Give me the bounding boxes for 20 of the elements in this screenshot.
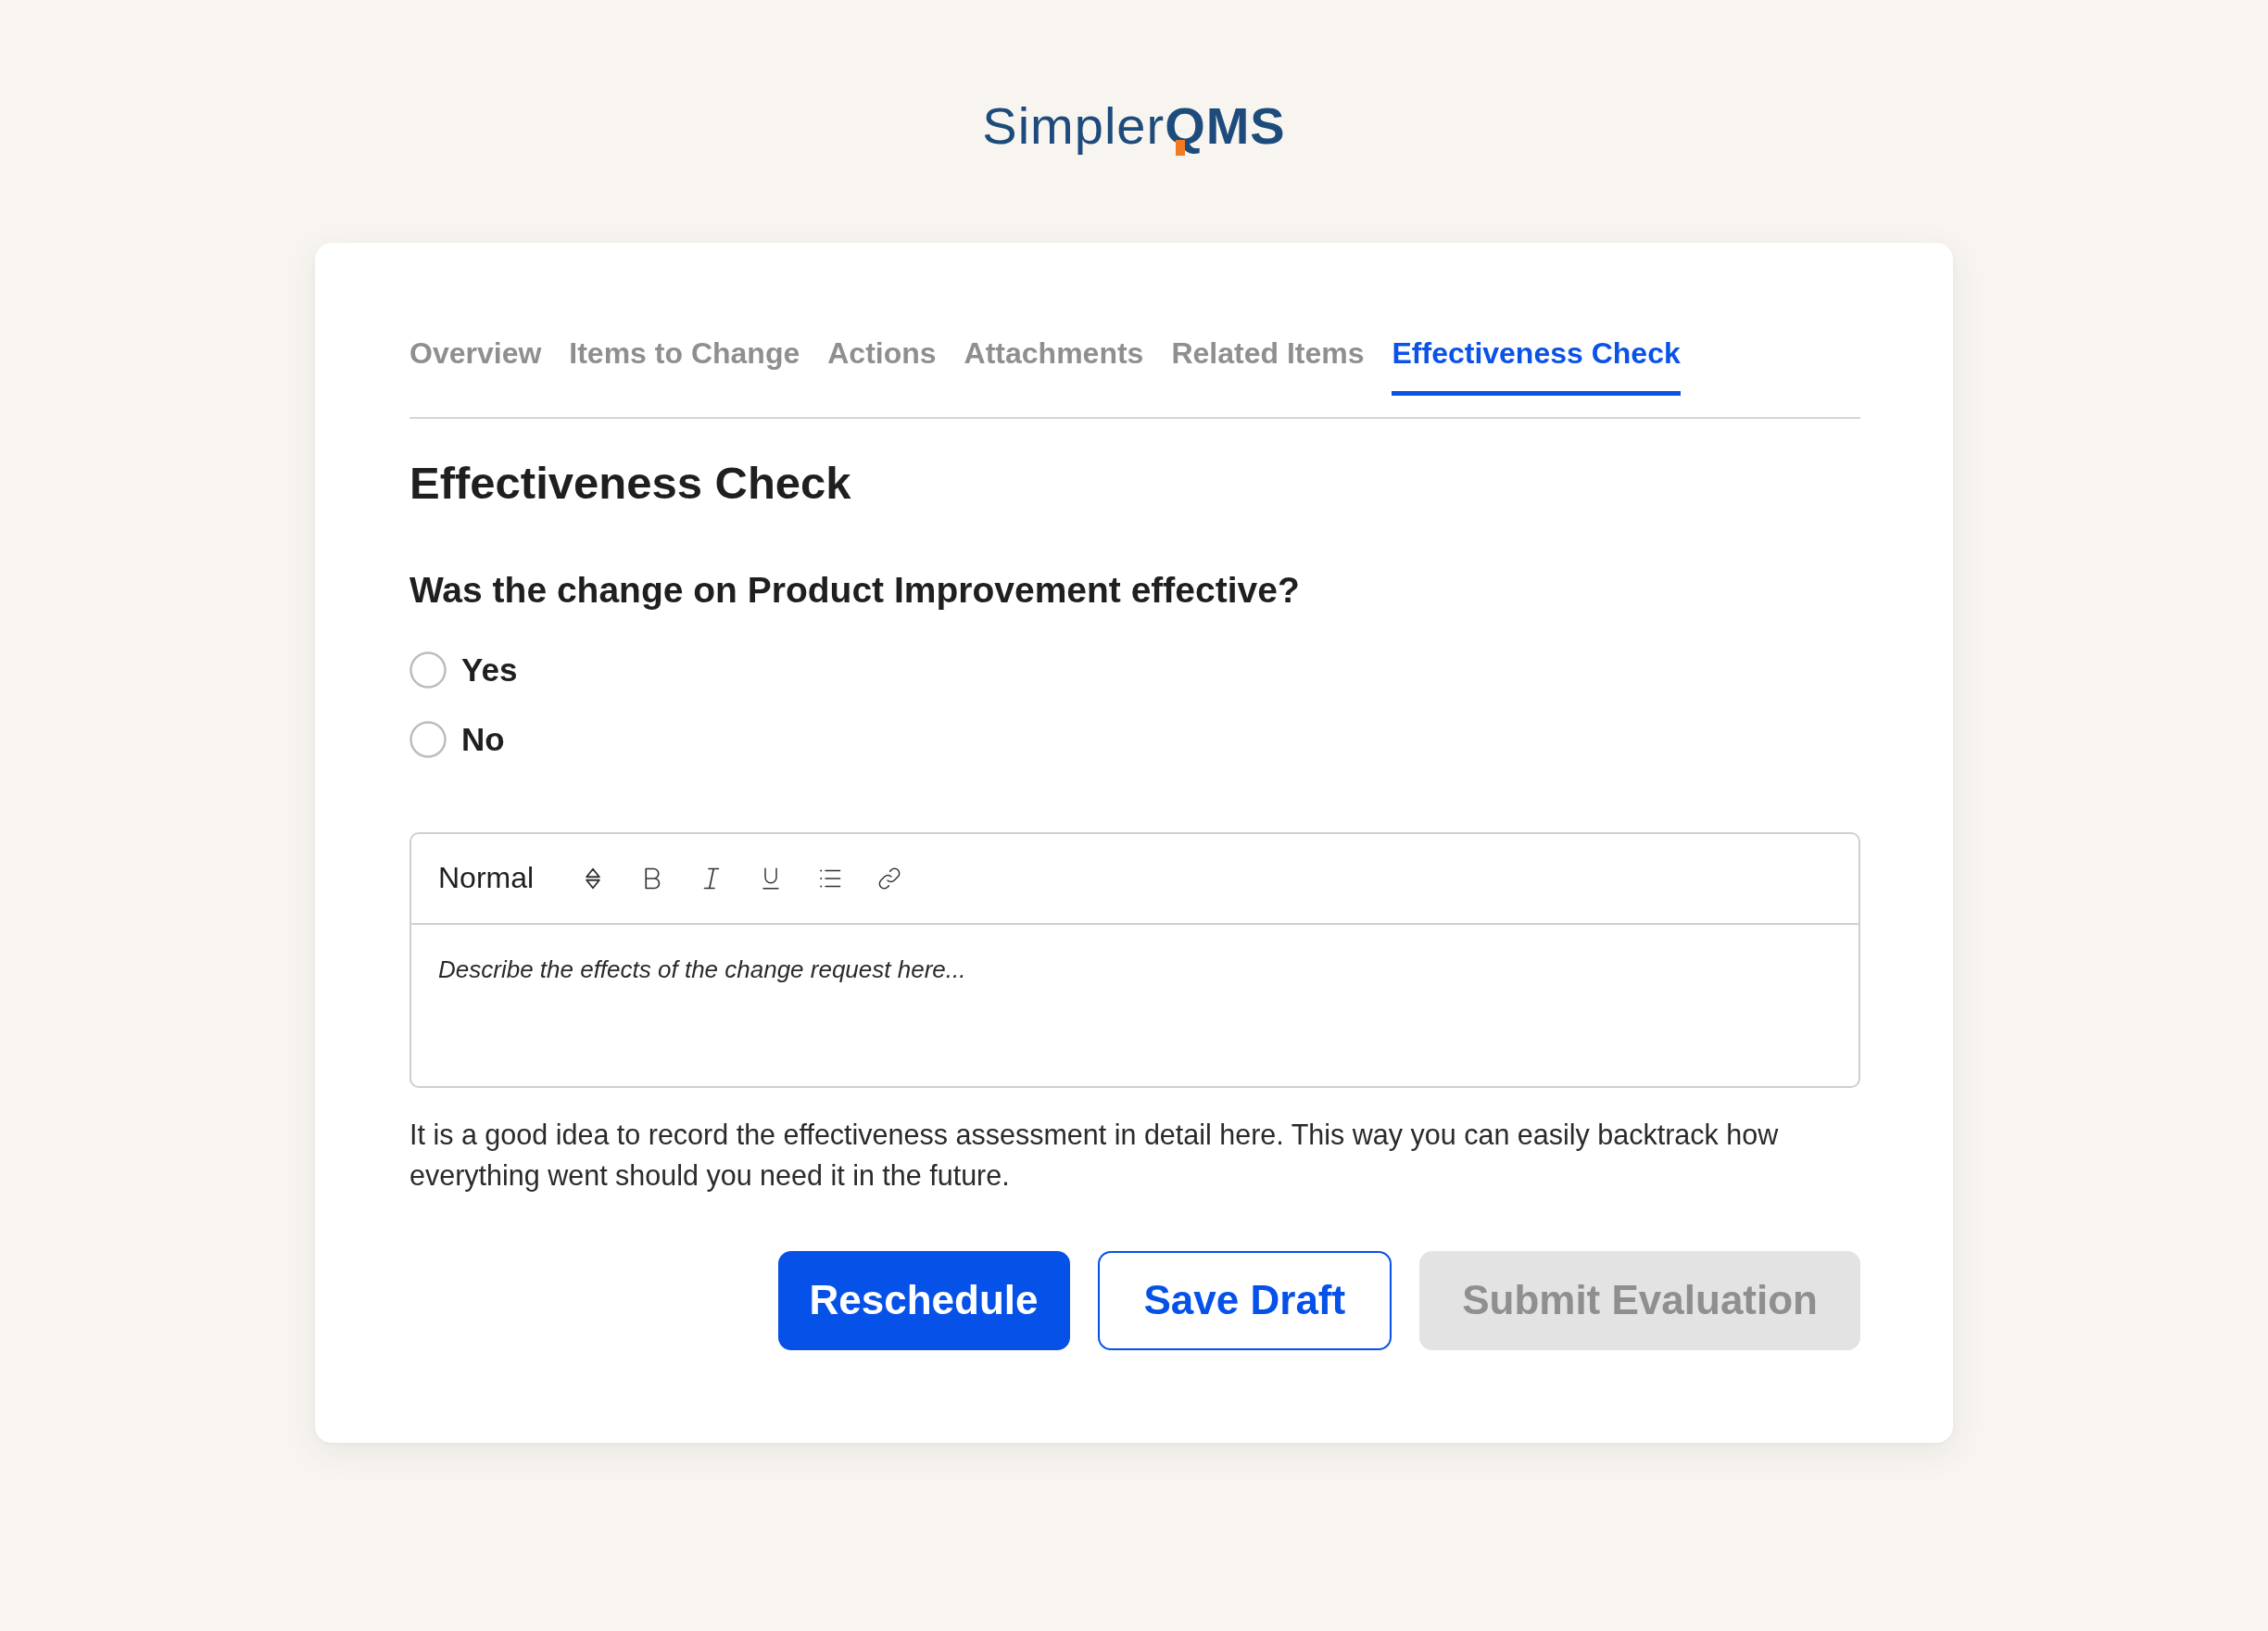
link-icon[interactable] [878,867,901,890]
rich-text-editor[interactable]: Normal Describe the effects of the change request here... [410,832,1860,1088]
description-field[interactable]: Describe the effects of the change request here... [411,925,1858,1086]
format-dropdown[interactable]: Normal [438,861,605,896]
primary-button[interactable]: Reschedule [777,1251,1070,1350]
tab[interactable]: Attachments [964,335,1144,397]
help-text: It is a good idea to record the effectiveness assessment in detail here. This way you can easily backtrack how everything went should you need it in the future. [410,1118,1780,1194]
section-title: Effectiveness Check [410,457,852,511]
tab[interactable]: Actions [827,335,937,397]
list-icon[interactable] [819,867,842,890]
option-label[interactable]: Yes [461,651,518,689]
tab[interactable]: Effectiveness Check [1392,335,1681,397]
radio-button[interactable] [410,651,447,689]
tab[interactable]: Related Items [1171,335,1365,397]
option-label[interactable]: No [461,720,505,759]
question-text: Was the change on Product Improvement effective? [410,569,1301,613]
radio-button[interactable] [410,721,447,758]
tab[interactable]: Items to Change [569,335,800,397]
tab[interactable]: Overview [410,335,542,397]
outline-button[interactable]: Save Draft [1097,1251,1392,1350]
